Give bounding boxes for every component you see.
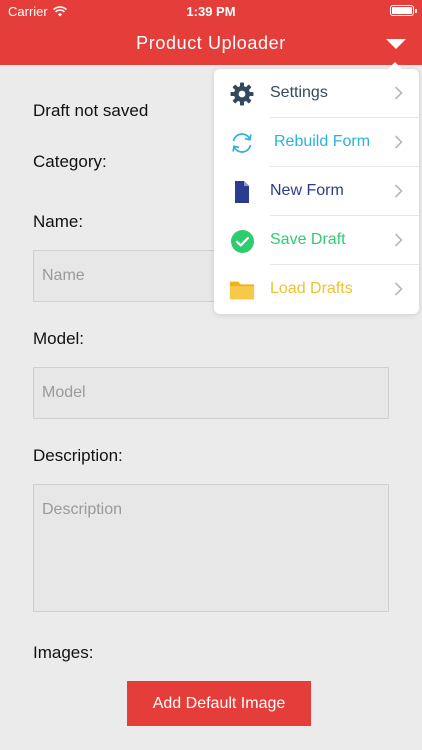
menu-item-settings[interactable]: Settings (214, 69, 419, 118)
menu-item-label: Load Drafts (270, 280, 353, 297)
menu-item-load-drafts[interactable]: Load Drafts (214, 265, 419, 314)
model-input[interactable] (33, 367, 389, 419)
menu-item-label: Settings (270, 84, 328, 101)
model-label: Model: (33, 329, 85, 348)
document-icon (229, 179, 255, 205)
chevron-right-icon (394, 233, 403, 247)
menu-item-new-form[interactable]: New Form (214, 167, 419, 216)
images-label: Images: (33, 643, 94, 662)
menu-item-label: Rebuild Form (274, 133, 371, 150)
name-label: Name: (33, 212, 84, 231)
page-title: Product Uploader (136, 33, 286, 53)
check-circle-icon (229, 228, 255, 254)
app-header: Carrier 1:39 PM Product Uploader (0, 0, 422, 65)
menu-item-save-draft[interactable]: Save Draft (214, 216, 419, 265)
battery-icon (390, 5, 417, 16)
description-label: Description: (33, 446, 123, 465)
category-label: Category: (33, 152, 107, 171)
chevron-right-icon (394, 184, 403, 198)
chevron-right-icon (394, 86, 403, 100)
menu-item-label: New Form (270, 182, 344, 199)
dropdown-toggle-icon[interactable] (384, 36, 408, 52)
refresh-icon (229, 130, 255, 156)
chevron-right-icon (394, 282, 403, 296)
menu-item-rebuild-form[interactable]: Rebuild Form (214, 118, 419, 167)
status-time: 1:39 PM (186, 4, 236, 19)
chevron-right-icon (394, 135, 403, 149)
menu-item-label: Save Draft (270, 231, 346, 248)
description-textarea[interactable] (33, 484, 389, 612)
dropdown-menu: Settings Rebuild Form New Form Save Draf… (214, 62, 419, 314)
draft-status: Draft not saved (33, 101, 149, 120)
gear-icon (229, 81, 255, 107)
folder-icon (229, 277, 255, 303)
status-bar: Carrier 1:39 PM (0, 0, 422, 22)
add-default-image-button[interactable]: Add Default Image (127, 681, 311, 726)
